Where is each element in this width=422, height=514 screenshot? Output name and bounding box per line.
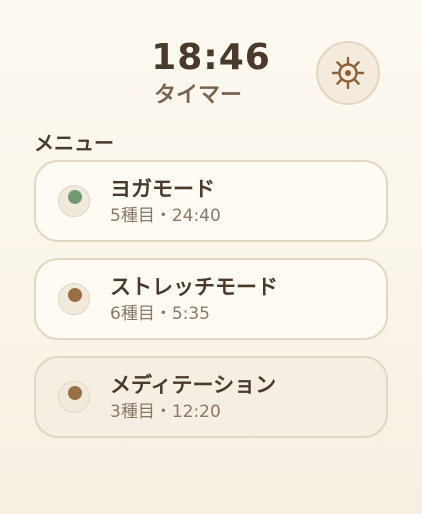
menu-item-meditation[interactable]: メディテーション 3種目・12:20: [34, 356, 388, 438]
settings-button[interactable]: [316, 41, 380, 105]
menu-item-stretch[interactable]: ストレッチモード 6種目・5:35: [34, 258, 388, 340]
menu-item-title: ヨガモード: [110, 177, 215, 201]
menu-item-title: メディテーション: [110, 373, 277, 397]
menu-item-title: ストレッチモード: [110, 275, 278, 299]
menu-section-label: メニュー: [34, 131, 114, 155]
status-dot: [68, 190, 82, 204]
status-dot: [68, 386, 82, 400]
menu-item-meta: 6種目・5:35: [110, 304, 210, 324]
menu-item-meta: 5種目・24:40: [110, 206, 221, 226]
menu-item-yoga[interactable]: ヨガモード 5種目・24:40: [34, 160, 388, 242]
mode-indicator: [58, 381, 90, 413]
status-dot: [68, 288, 82, 302]
menu-item-meta: 3種目・12:20: [110, 402, 221, 422]
mode-indicator: [58, 185, 90, 217]
gear-icon: [331, 56, 365, 90]
mode-indicator: [58, 283, 90, 315]
